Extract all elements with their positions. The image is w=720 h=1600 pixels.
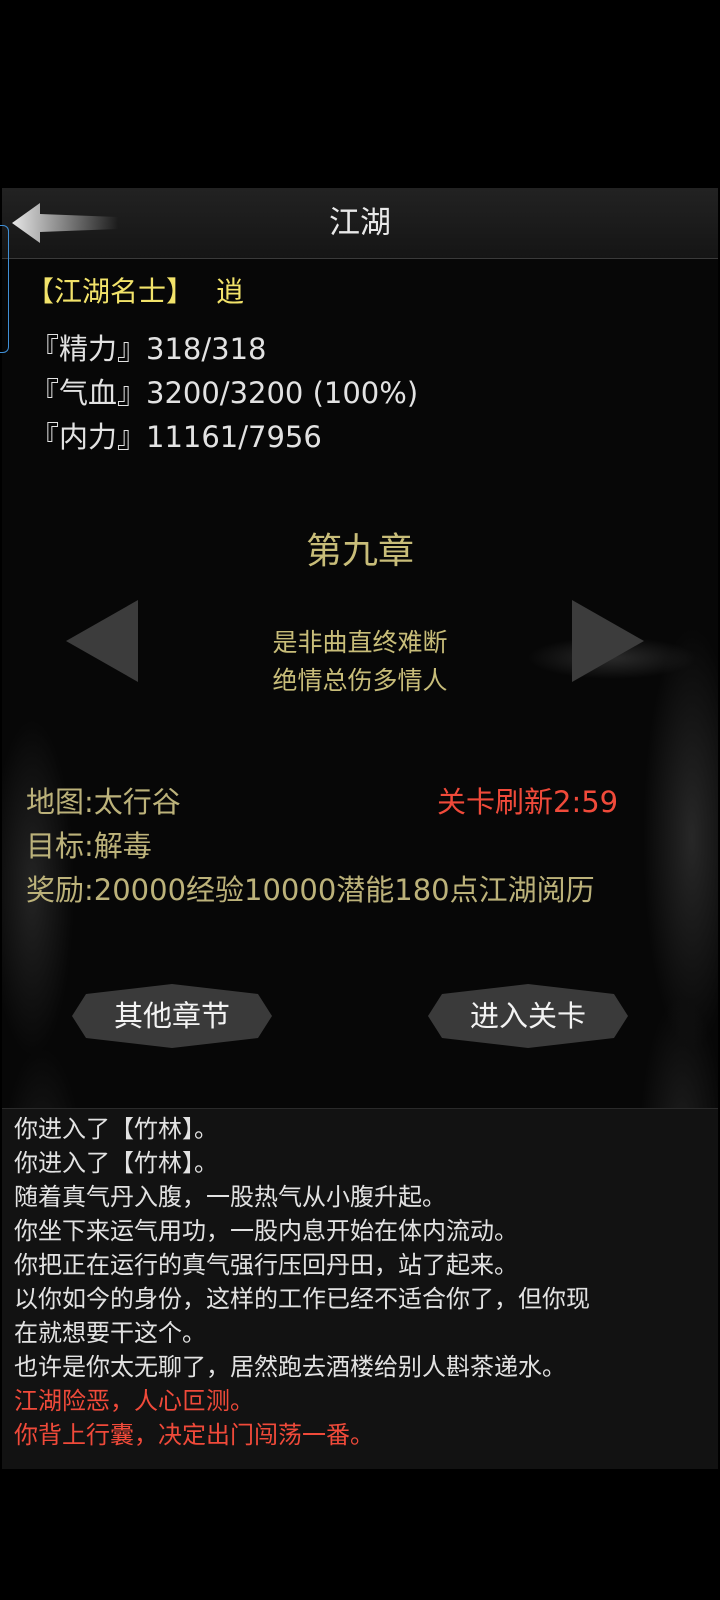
triangle-right-icon — [572, 600, 644, 682]
log-line: 你坐下来运气用功，一股内息开始在体内流动。 — [14, 1217, 518, 1245]
stage-reward: 奖励:20000经验10000潜能180点江湖阅历 — [26, 873, 595, 907]
stat-health: 『气血』3200/3200 (100%) — [30, 376, 419, 410]
log-line: 你背上行囊，决定出门闯荡一番。 — [14, 1421, 374, 1449]
enter-stage-label: 进入关卡 — [469, 999, 586, 1033]
log-line: 在就想要干这个。 — [14, 1319, 206, 1347]
other-chapters-button[interactable]: 其他章节 — [72, 984, 272, 1048]
next-chapter-button[interactable] — [568, 596, 648, 686]
stat-energy: 『精力』318/318 — [30, 332, 267, 366]
log-line: 江湖险恶，人心叵测。 — [14, 1387, 254, 1415]
player-name: 逍 — [216, 275, 245, 308]
player-title: 【江湖名士】逍 — [26, 272, 244, 312]
log-line: 以你如今的身份，这样的工作已经不适合你了，但你现 — [14, 1285, 590, 1313]
stage-map: 地图:太行谷 — [26, 785, 181, 819]
log-line: 你进入了【竹林】。 — [14, 1149, 218, 1177]
enter-stage-button[interactable]: 进入关卡 — [428, 984, 628, 1048]
player-rank: 【江湖名士】 — [26, 275, 195, 308]
log-line: 随着真气丹入腹，一股热气从小腹升起。 — [14, 1183, 446, 1211]
page-title: 江湖 — [329, 205, 391, 241]
log-line: 你把正在运行的真气强行压回丹田，站了起来。 — [14, 1251, 518, 1279]
stat-inner-power: 『内力』11161/7956 — [30, 420, 322, 454]
stage-goal: 目标:解毒 — [26, 829, 152, 863]
triangle-left-icon — [66, 600, 138, 682]
chapter-title: 第九章 — [305, 531, 414, 572]
other-chapters-label: 其他章节 — [113, 999, 230, 1033]
stage-refresh-timer: 关卡刷新2:59 — [437, 785, 619, 819]
log-line: 你进入了【竹林】。 — [14, 1115, 218, 1143]
log-line: 也许是你太无聊了，居然跑去酒楼给别人斟茶递水。 — [14, 1353, 566, 1381]
previous-chapter-button[interactable] — [62, 596, 142, 686]
